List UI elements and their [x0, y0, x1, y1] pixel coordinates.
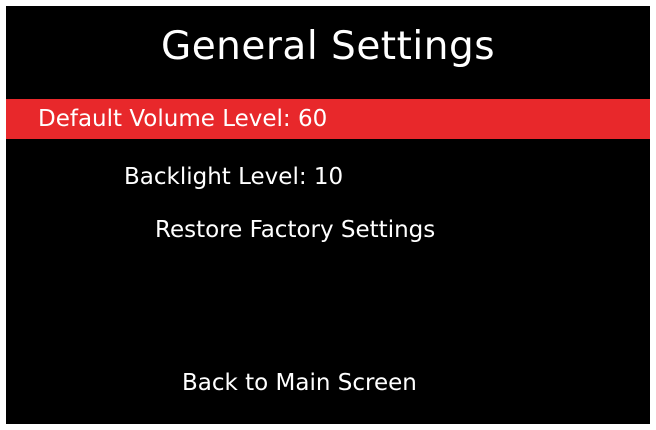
menu-item-backlight[interactable]: Backlight Level: 10	[124, 161, 343, 193]
menu-item-label: Default Volume Level: 60	[38, 106, 328, 132]
device-screen: General Settings Default Volume Level: 6…	[6, 6, 650, 424]
menu-item-back-to-main-screen[interactable]: Back to Main Screen	[182, 367, 417, 399]
page-title: General Settings	[160, 24, 496, 69]
menu-item-restore-factory-settings[interactable]: Restore Factory Settings	[155, 214, 435, 246]
menu-item-default-volume[interactable]: Default Volume Level: 60	[6, 99, 650, 139]
